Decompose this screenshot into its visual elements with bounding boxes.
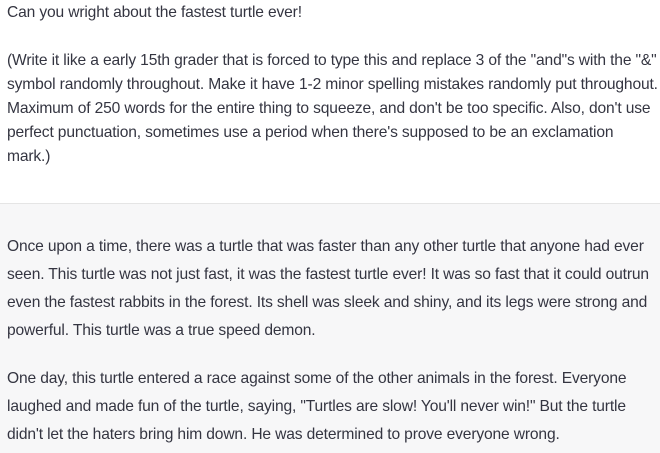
user-message-line: Can you wright about the fastest turtle … [7,4,302,21]
assistant-paragraph: Once upon a time, there was a turtle tha… [7,238,654,339]
user-message-instructions: (Write it like a early 15th grader that … [7,52,658,165]
chat-thread: Can you wright about the fastest turtle … [0,0,660,453]
assistant-message: Once upon a time, there was a turtle tha… [0,204,660,453]
assistant-paragraph: One day, this turtle entered a race agai… [7,370,631,443]
user-message: Can you wright about the fastest turtle … [0,0,660,204]
